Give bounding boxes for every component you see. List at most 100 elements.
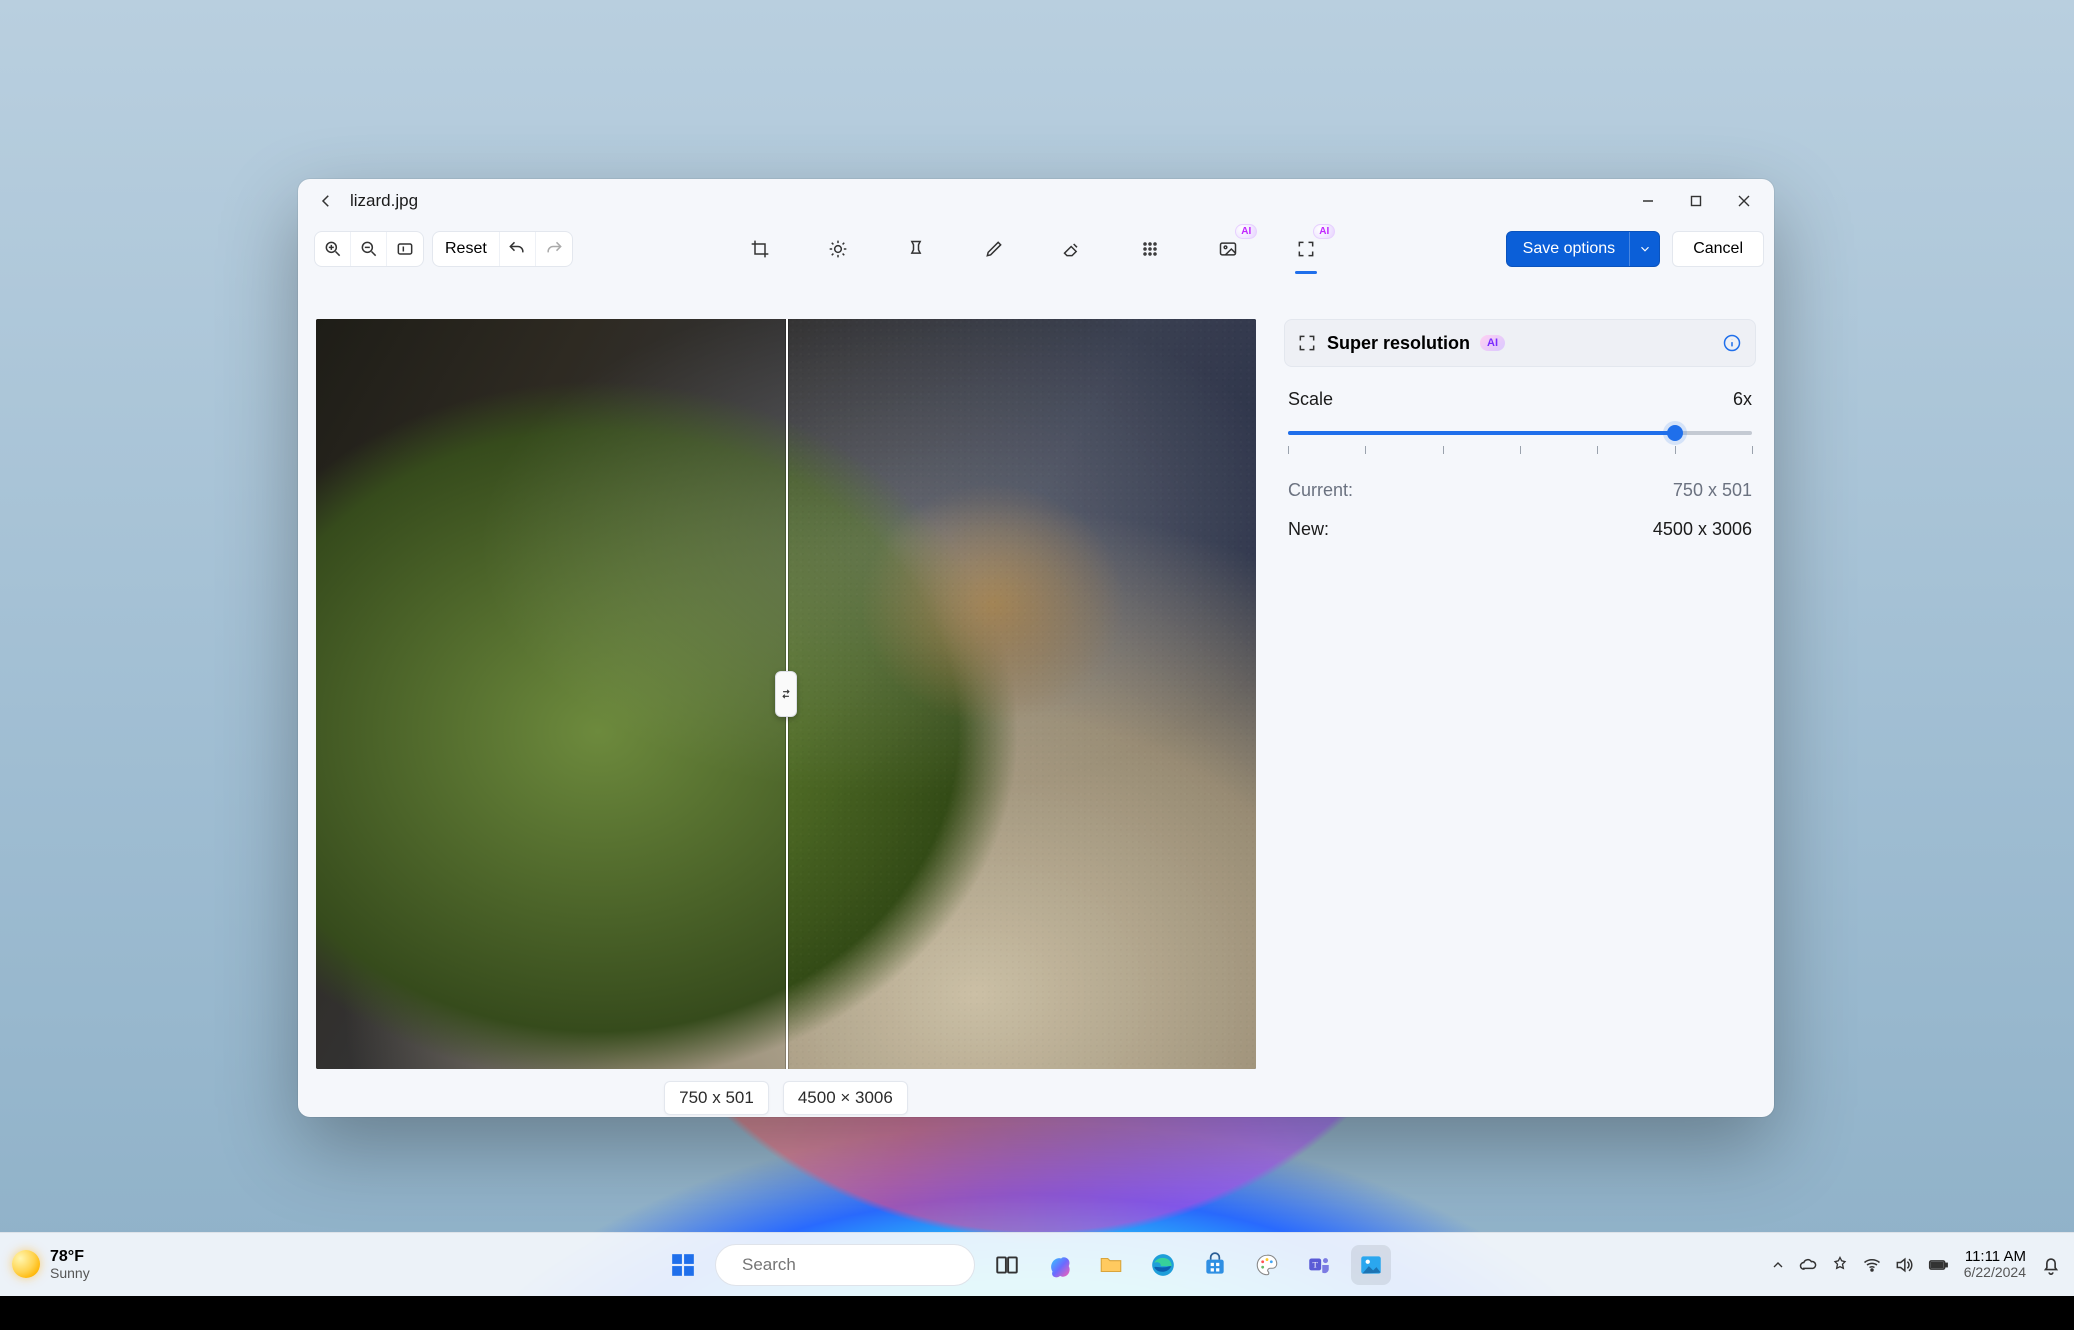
- adjust-tool[interactable]: [819, 230, 857, 268]
- swap-icon: [779, 685, 793, 703]
- edit-tools: AI AI: [585, 230, 1482, 268]
- cancel-button[interactable]: Cancel: [1672, 231, 1764, 267]
- taskbar-center: T: [360, 1244, 1694, 1286]
- original-dimension: 750 x 501: [664, 1081, 769, 1115]
- store-icon: [1202, 1252, 1228, 1278]
- slider-tick: [1675, 446, 1676, 454]
- photos-button[interactable]: [1351, 1245, 1391, 1285]
- sun-icon: [12, 1250, 40, 1278]
- weather-temp: 78°F: [50, 1249, 90, 1266]
- image-canvas[interactable]: [316, 319, 1256, 1069]
- save-options-label: Save options: [1507, 240, 1630, 258]
- filter-tool[interactable]: [897, 230, 935, 268]
- toolbar-actions: Save options Cancel: [1494, 231, 1764, 267]
- undo-button[interactable]: [500, 232, 536, 266]
- redo-icon: [544, 239, 564, 259]
- image-ai-icon: [1218, 239, 1238, 259]
- expand-icon: [1296, 239, 1316, 259]
- save-options-button[interactable]: Save options: [1506, 231, 1661, 267]
- task-view-button[interactable]: [987, 1245, 1027, 1285]
- fit-to-window-button[interactable]: [387, 232, 423, 266]
- history-group: Reset: [432, 231, 573, 267]
- zoom-in-icon: [323, 239, 343, 259]
- file-explorer-button[interactable]: [1091, 1245, 1131, 1285]
- editor-toolbar: Reset: [298, 223, 1774, 275]
- taskbar-search[interactable]: [715, 1244, 975, 1286]
- taskbar-left: 78°F Sunny: [0, 1249, 360, 1280]
- minimize-button[interactable]: [1624, 179, 1672, 223]
- back-button[interactable]: [306, 181, 346, 221]
- copilot-tray-icon: [1830, 1255, 1850, 1275]
- ai-badge: AI: [1313, 224, 1335, 239]
- super-resolution-tool[interactable]: AI: [1287, 230, 1325, 268]
- undo-icon: [507, 239, 527, 259]
- search-input[interactable]: [740, 1254, 965, 1276]
- scale-slider-wrap: [1288, 424, 1752, 458]
- scale-row: Scale 6x: [1288, 389, 1752, 410]
- panel-header: Super resolution AI: [1284, 319, 1756, 367]
- reset-button[interactable]: Reset: [433, 232, 500, 266]
- copilot-button[interactable]: [1039, 1245, 1079, 1285]
- erase-tool[interactable]: [1053, 230, 1091, 268]
- clock[interactable]: 11:11 AM 6/22/2024: [1964, 1249, 2026, 1279]
- new-label: New:: [1288, 519, 1329, 540]
- slider-tick: [1288, 446, 1289, 454]
- zoom-out-icon: [359, 239, 379, 259]
- dimension-labels: 750 x 501 4500 × 3006: [316, 1081, 1256, 1115]
- start-button[interactable]: [663, 1245, 703, 1285]
- eraser-icon: [1062, 239, 1082, 259]
- background-blur-tool[interactable]: [1131, 230, 1169, 268]
- crop-tool[interactable]: [741, 230, 779, 268]
- taskbar: 78°F Sunny T: [0, 1232, 2074, 1296]
- chevron-up-icon: [1770, 1257, 1786, 1273]
- new-row: New: 4500 x 3006: [1288, 519, 1752, 540]
- zoom-in-button[interactable]: [315, 232, 351, 266]
- edge-icon: [1150, 1252, 1176, 1278]
- photos-app-window: lizard.jpg Rese: [298, 179, 1774, 1117]
- onedrive-icon: [1798, 1255, 1818, 1275]
- slider-tick: [1597, 446, 1598, 454]
- current-row: Current: 750 x 501: [1288, 480, 1752, 501]
- scale-slider[interactable]: [1288, 424, 1752, 442]
- window-title: lizard.jpg: [346, 191, 418, 211]
- taskbar-right: 11:11 AM 6/22/2024: [1694, 1249, 2074, 1279]
- redo-button[interactable]: [536, 232, 572, 266]
- maximize-button[interactable]: [1672, 179, 1720, 223]
- slider-tick: [1365, 446, 1366, 454]
- slider-tick: [1443, 446, 1444, 454]
- titlebar: lizard.jpg: [298, 179, 1774, 223]
- close-button[interactable]: [1720, 179, 1768, 223]
- photos-icon: [1358, 1252, 1384, 1278]
- task-view-icon: [994, 1252, 1020, 1278]
- slider-thumb[interactable]: [1667, 425, 1683, 441]
- windows-icon: [670, 1252, 696, 1278]
- edge-button[interactable]: [1143, 1245, 1183, 1285]
- new-value: 4500 x 3006: [1653, 519, 1752, 540]
- slider-fill: [1288, 431, 1675, 435]
- save-options-dropdown[interactable]: [1629, 231, 1659, 267]
- weather-condition: Sunny: [50, 1266, 90, 1281]
- scale-value: 6x: [1733, 389, 1752, 410]
- weather-widget[interactable]: 78°F Sunny: [12, 1249, 90, 1280]
- fit-icon: [395, 239, 415, 259]
- slider-ticks: [1288, 446, 1752, 458]
- info-button[interactable]: [1721, 332, 1743, 354]
- crop-icon: [750, 239, 770, 259]
- system-tray[interactable]: [1770, 1255, 1950, 1275]
- paint-button[interactable]: [1247, 1245, 1287, 1285]
- canvas-wrap: 750 x 501 4500 × 3006: [316, 319, 1256, 1101]
- markup-tool[interactable]: [975, 230, 1013, 268]
- teams-button[interactable]: T: [1299, 1245, 1339, 1285]
- generative-erase-tool[interactable]: AI: [1209, 230, 1247, 268]
- svg-text:T: T: [1313, 1259, 1319, 1269]
- folder-icon: [1098, 1252, 1124, 1278]
- compare-handle[interactable]: [775, 671, 797, 717]
- brightness-icon: [828, 239, 848, 259]
- clock-date: 6/22/2024: [1964, 1265, 2026, 1280]
- scale-label: Scale: [1288, 389, 1333, 410]
- zoom-group: [314, 231, 424, 267]
- chevron-down-icon: [1638, 242, 1652, 256]
- zoom-out-button[interactable]: [351, 232, 387, 266]
- notifications-button[interactable]: [2040, 1254, 2062, 1276]
- store-button[interactable]: [1195, 1245, 1235, 1285]
